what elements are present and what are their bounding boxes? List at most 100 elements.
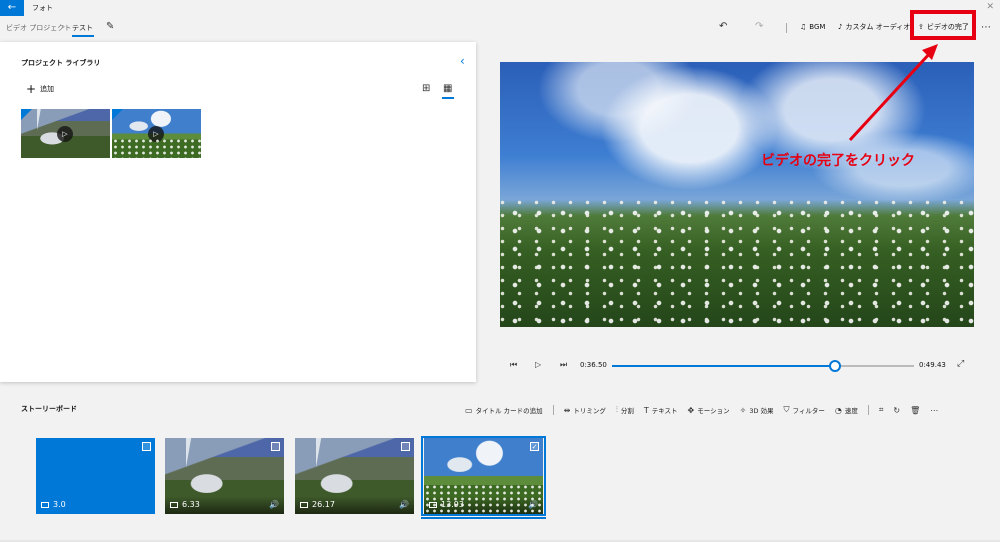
more-options-button[interactable]: ⋯ (930, 406, 938, 415)
collapse-panel-icon[interactable]: ‹ (460, 54, 465, 68)
clip-select-checkbox[interactable] (401, 442, 410, 451)
video-preview[interactable] (500, 62, 974, 327)
project-library-panel: プロジェクト ライブラリ ‹ + 追加 ⊞ ▦ ▷ ▷ (0, 42, 476, 382)
speaker-icon[interactable]: 🔊 (269, 500, 279, 509)
header-divider (786, 23, 787, 33)
custom-audio-label: カスタム オーディオ (845, 23, 911, 31)
rename-pencil-icon[interactable]: ✎ (106, 21, 114, 32)
selected-clip-indicator (421, 517, 546, 519)
text-icon: T (643, 405, 649, 415)
text-label: テキスト (651, 407, 678, 415)
play-icon: ▷ (57, 126, 73, 142)
play-icon[interactable]: ▷ (535, 360, 541, 369)
motion-icon: ✥ (687, 405, 695, 415)
delete-button[interactable]: 🗑 (910, 406, 920, 415)
resize-icon: ⌗ (878, 405, 884, 414)
video-icon (300, 501, 308, 508)
in-use-corner-marker (112, 109, 123, 120)
undo-icon[interactable]: ↶ (719, 21, 727, 32)
clip-duration: 6.33 (170, 500, 200, 509)
app-title: フォト (32, 4, 53, 12)
add-title-card-button[interactable]: ▭ タイトル カードの追加 (465, 405, 543, 416)
clip-duration-value: 6.33 (182, 500, 200, 509)
seek-bar-progress (612, 365, 835, 367)
seek-thumb[interactable] (828, 360, 841, 372)
header-bar: ビデオ プロジェクト › テスト ✎ ↶ ↷ ♫ BGM ♪ カスタム オーディ… (0, 16, 1000, 40)
breadcrumb-underline (72, 35, 94, 37)
library-title: プロジェクト ライブラリ (21, 59, 101, 67)
clip-select-checkbox[interactable] (271, 442, 280, 451)
toolbar-divider (552, 405, 554, 415)
speed-button[interactable]: ◔ 速度 (834, 405, 858, 416)
in-use-corner-marker (21, 109, 32, 120)
redo-icon[interactable]: ↷ (755, 21, 763, 32)
3d-effects-button[interactable]: ✧ 3D 効果 (739, 405, 774, 416)
library-video-waterfall[interactable]: ▷ (21, 109, 110, 158)
3d-effects-icon: ✧ (739, 405, 747, 415)
annotation-label: ビデオの完了をクリック (761, 153, 915, 169)
resize-button[interactable]: ⌗ (879, 405, 884, 415)
back-button[interactable]: ← (0, 0, 24, 16)
total-time: 0:49.43 (919, 361, 946, 369)
annotation-highlight-box (910, 10, 976, 40)
speed-icon: ◔ (834, 405, 842, 415)
trim-button[interactable]: ⇹ トリミング (563, 405, 606, 416)
filters-button[interactable]: ⛉ フィルター (784, 405, 825, 415)
small-grid-view-icon[interactable]: ▦ (443, 83, 452, 94)
text-button[interactable]: T テキスト (643, 405, 678, 416)
clip-duration-value: 3.0 (53, 500, 66, 509)
bgm-label: BGM (809, 23, 826, 31)
split-button[interactable]: ⫶ 分割 (616, 405, 634, 415)
title-card-icon: ▭ (465, 405, 473, 415)
breadcrumb-separator: › (62, 22, 66, 31)
fullscreen-icon[interactable]: ⤢ (957, 359, 964, 369)
clip-duration-value: 26.17 (312, 500, 335, 509)
title-bar: ← フォト ✕ (0, 0, 1000, 16)
plus-icon: + (26, 82, 37, 96)
trash-icon: 🗑 (910, 405, 921, 415)
library-video-meadow[interactable]: ▷ (112, 109, 201, 158)
image-icon (41, 501, 49, 508)
breadcrumb-current-project: テスト (72, 24, 93, 32)
storyboard-clip-title-card[interactable]: 3.0 (36, 438, 155, 514)
storyboard-clip-waterfall[interactable]: 6.33 🔊 (165, 438, 284, 514)
next-frame-icon[interactable]: ⏭ (560, 360, 567, 370)
speaker-icon[interactable]: 🔊 (399, 500, 409, 509)
custom-audio-icon: ♪ (838, 23, 843, 31)
split-label: 分割 (620, 407, 634, 415)
speed-label: 速度 (844, 407, 858, 415)
add-title-card-label: タイトル カードの追加 (475, 407, 543, 415)
storyboard-title: ストーリーボード (21, 405, 77, 413)
3d-effects-label: 3D 効果 (749, 407, 774, 415)
view-selected-indicator (442, 97, 454, 99)
previous-frame-icon[interactable]: ⏮ (510, 360, 517, 370)
motion-label: モーション (697, 407, 730, 415)
trim-icon: ⇹ (563, 405, 571, 415)
large-grid-view-icon[interactable]: ⊞ (422, 83, 430, 94)
video-icon (170, 501, 178, 508)
current-time: 0:36.50 (580, 361, 607, 369)
motion-button[interactable]: ✥ モーション (687, 405, 730, 416)
split-icon: ⫶ (615, 405, 618, 414)
add-media-button[interactable]: + 追加 (26, 82, 55, 96)
music-note-icon: ♫ (800, 23, 807, 31)
clip-duration: 26.17 (300, 500, 335, 509)
rotate-button[interactable]: ↻ (893, 406, 900, 415)
clip-duration: 3.0 (41, 500, 66, 509)
storyboard-clip-waterfall-long[interactable]: 26.17 🔊 (295, 438, 414, 514)
more-options-icon[interactable]: ⋯ (981, 22, 991, 33)
more-options-icon: ⋯ (930, 405, 939, 415)
clip-select-checkbox[interactable] (142, 442, 151, 451)
filter-icon: ⛉ (783, 405, 790, 414)
filters-label: フィルター (792, 407, 825, 415)
bgm-button[interactable]: ♫ BGM (800, 20, 825, 34)
add-media-label: 追加 (40, 85, 55, 93)
play-icon: ▷ (148, 126, 164, 142)
selected-clip-border (421, 436, 546, 516)
custom-audio-button[interactable]: ♪ カスタム オーディオ (838, 20, 910, 34)
seek-bar[interactable] (612, 360, 914, 372)
rotate-icon: ↻ (893, 405, 901, 415)
storyboard-toolbar: ▭ タイトル カードの追加 ⇹ トリミング ⫶ 分割 T テキスト ✥ モーショ… (465, 403, 948, 417)
toolbar-divider (867, 405, 869, 415)
close-icon[interactable]: ✕ (986, 2, 994, 12)
